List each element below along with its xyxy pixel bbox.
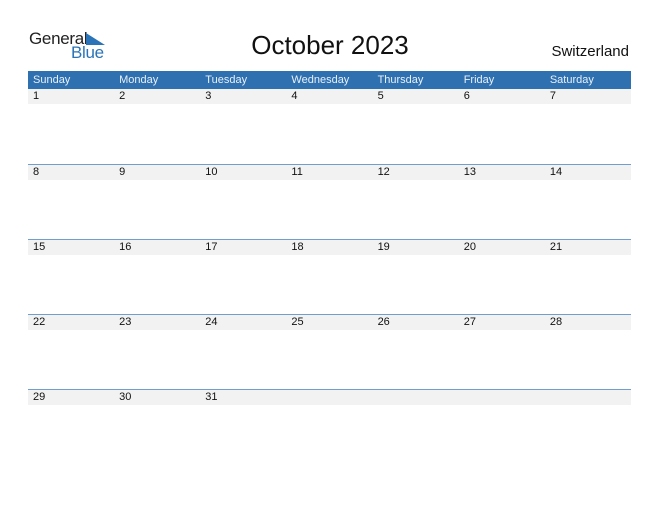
day-cell: 8 xyxy=(33,166,40,178)
weekday-saturday: Saturday xyxy=(549,74,594,86)
day-cell: 22 xyxy=(33,316,46,328)
day-cell: 26 xyxy=(377,316,390,328)
day-cell xyxy=(373,390,459,405)
day-cell: 15 xyxy=(33,241,46,253)
day-cell: 16 xyxy=(119,241,132,253)
day-cell: 18 xyxy=(291,241,304,253)
day-cell: 10 xyxy=(205,166,218,178)
day-cell: 24 xyxy=(205,316,218,328)
day-cell: 4 xyxy=(291,90,298,102)
weekday-tuesday: Tuesday xyxy=(205,74,248,86)
day-cell: 20 xyxy=(463,241,476,253)
week-row: 15 16 17 18 19 20 21 xyxy=(28,239,631,314)
day-cell: 7 xyxy=(549,90,556,102)
day-cell: 9 xyxy=(119,166,126,178)
day-cell: 13 xyxy=(463,166,476,178)
day-cell: 14 xyxy=(549,166,563,178)
calendar-grid: Sunday Monday Tuesday Wednesday Thursday… xyxy=(28,71,631,464)
weekday-friday: Friday xyxy=(463,74,495,86)
weekday-wednesday: Wednesday xyxy=(291,74,350,86)
day-cell: 21 xyxy=(549,241,563,253)
weekday-header: Sunday Monday Tuesday Wednesday Thursday… xyxy=(28,71,631,89)
week-row: 22 23 24 25 26 27 28 xyxy=(28,314,631,389)
day-cell: 31 xyxy=(205,391,218,403)
day-cell xyxy=(286,390,372,405)
day-cell: 6 xyxy=(463,90,470,102)
week-row: 8 9 10 11 12 13 14 xyxy=(28,164,631,239)
day-cell: 2 xyxy=(119,90,126,102)
day-cell xyxy=(459,390,545,405)
day-cell: 29 xyxy=(33,391,46,403)
day-cell: 1 xyxy=(33,90,40,102)
week-row: 1 2 3 4 5 6 7 xyxy=(28,89,631,164)
day-cell: 17 xyxy=(205,241,218,253)
week-row: 29 30 31 xyxy=(28,389,631,464)
day-cell: 5 xyxy=(377,90,384,102)
weekday-monday: Monday xyxy=(119,74,159,86)
day-cell: 28 xyxy=(549,316,563,328)
weekday-sunday: Sunday xyxy=(33,74,71,86)
day-cell: 27 xyxy=(463,316,476,328)
country-label: Switzerland xyxy=(551,43,629,60)
day-cell: 25 xyxy=(291,316,304,328)
day-cell: 30 xyxy=(119,391,132,403)
day-cell: 19 xyxy=(377,241,390,253)
day-cell: 12 xyxy=(377,166,390,178)
day-cell xyxy=(545,390,631,405)
day-cell: 23 xyxy=(119,316,132,328)
day-cell: 3 xyxy=(205,90,212,102)
day-cell: 11 xyxy=(291,166,303,178)
weekday-thursday: Thursday xyxy=(377,74,424,86)
